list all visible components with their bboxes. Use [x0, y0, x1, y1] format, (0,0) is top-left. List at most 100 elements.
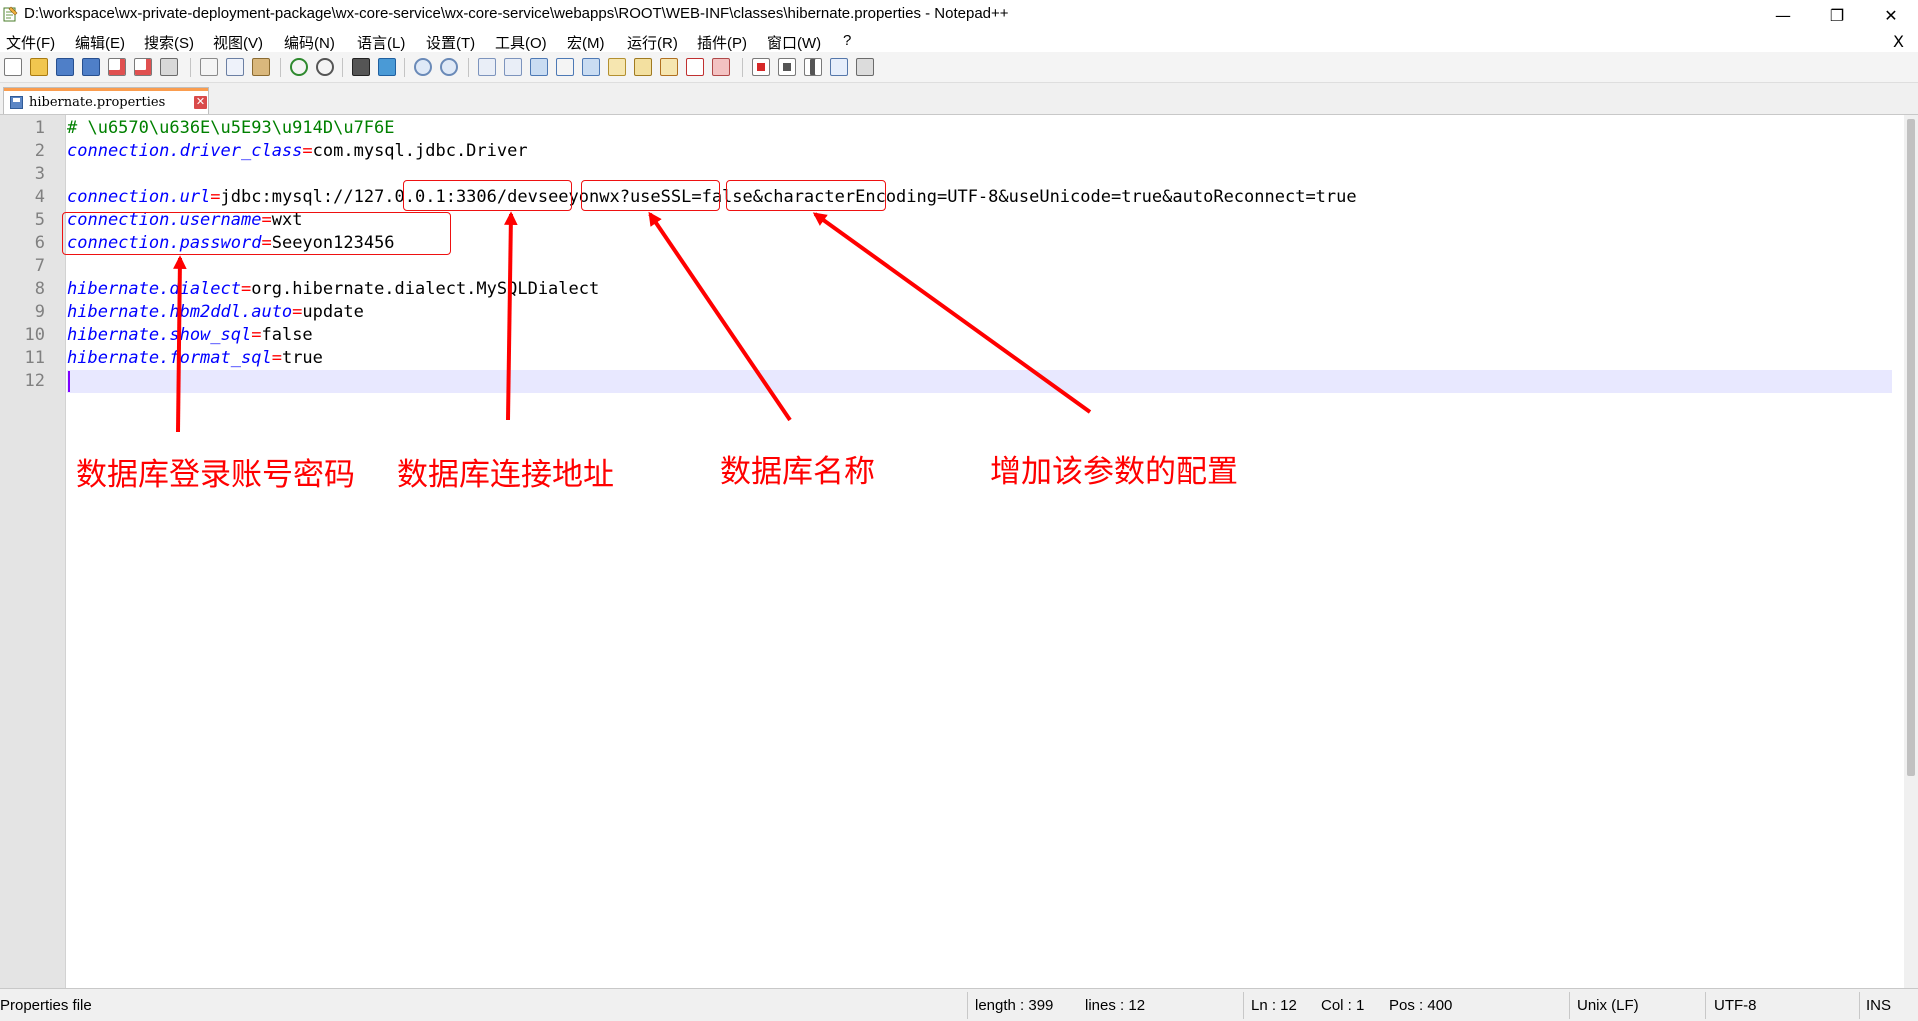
menu-plugins[interactable]: 插件(P): [697, 32, 747, 53]
equals-operator: =: [241, 279, 252, 299]
copy-icon[interactable]: [226, 58, 244, 76]
property-key: connection.url: [67, 187, 211, 207]
code-line[interactable]: hibernate.show_sql=false: [67, 324, 313, 347]
restore-button[interactable]: ❐: [1810, 0, 1864, 30]
code-line[interactable]: hibernate.format_sql=true: [67, 347, 323, 370]
window-title: D:\workspace\wx-private-deployment-packa…: [24, 5, 1009, 22]
doc-map-icon[interactable]: [634, 58, 652, 76]
sync-vertical-icon[interactable]: [478, 58, 496, 76]
menu-macro[interactable]: 宏(M): [567, 32, 605, 53]
menu-help[interactable]: ?: [843, 32, 851, 49]
property-value: true: [281, 348, 323, 368]
menu-search[interactable]: 搜索(S): [144, 32, 194, 53]
highlight-box-params: [726, 180, 886, 211]
sync-horizontal-icon[interactable]: [504, 58, 522, 76]
function-list-icon[interactable]: [660, 58, 678, 76]
save-all-icon[interactable]: [82, 58, 100, 76]
toolbar-separator: [742, 58, 743, 77]
status-separator: [1243, 992, 1244, 1019]
code-line[interactable]: # \u6570\u636E\u5E93\u914D\u7F6E: [67, 117, 395, 140]
menu-edit[interactable]: 编辑(E): [75, 32, 125, 53]
status-file-type: Properties file: [0, 997, 92, 1014]
find-icon[interactable]: [352, 58, 370, 76]
saved-file-icon: [10, 96, 23, 109]
menu-language[interactable]: 语言(L): [357, 32, 405, 53]
stop-macro-icon[interactable]: [778, 58, 796, 76]
record-macro-icon[interactable]: [752, 58, 770, 76]
toolbar-separator: [342, 58, 343, 77]
code-line[interactable]: hibernate.hbm2ddl.auto=update: [67, 301, 364, 324]
status-separator: [1859, 992, 1860, 1019]
menu-window[interactable]: 窗口(W): [767, 32, 821, 53]
menu-settings[interactable]: 设置(T): [426, 32, 475, 53]
menu-encoding[interactable]: 编码(N): [284, 32, 335, 53]
restore-icon: ❐: [1829, 5, 1845, 25]
tab-hibernate-properties[interactable]: hibernate.properties ✕: [3, 87, 209, 114]
replace-icon[interactable]: [378, 58, 396, 76]
status-separator: [1705, 992, 1706, 1019]
annotation-account: 数据库登录账号密码: [76, 457, 355, 493]
equals-operator: =: [251, 325, 262, 345]
equals-operator: =: [271, 348, 282, 368]
status-bar: Properties file length : 399 lines : 12 …: [0, 988, 1918, 1021]
new-file-icon[interactable]: [4, 58, 22, 76]
user-lang-icon[interactable]: [608, 58, 626, 76]
close-window-button[interactable]: ✕: [1864, 0, 1918, 30]
line-number: 3: [34, 164, 45, 184]
scrollbar-thumb[interactable]: [1907, 119, 1915, 776]
menu-run[interactable]: 运行(R): [627, 32, 678, 53]
menu-view[interactable]: 视图(V): [213, 32, 263, 53]
close-document-button[interactable]: X: [1893, 32, 1904, 51]
status-length: length : 399: [975, 997, 1054, 1014]
cut-icon[interactable]: [200, 58, 218, 76]
monitoring-icon[interactable]: [712, 58, 730, 76]
line-number: 8: [34, 279, 45, 299]
undo-icon[interactable]: [290, 58, 308, 76]
open-file-icon[interactable]: [30, 58, 48, 76]
code-line[interactable]: connection.driver_class=com.mysql.jdbc.D…: [67, 140, 528, 163]
property-value: false: [261, 325, 313, 345]
line-number: 1: [34, 118, 45, 138]
print-icon[interactable]: [160, 58, 178, 76]
annotation-dbname: 数据库名称: [720, 454, 875, 490]
close-tab-icon[interactable]: ✕: [194, 96, 207, 109]
vertical-scrollbar[interactable]: [1904, 115, 1918, 988]
word-wrap-icon[interactable]: [530, 58, 548, 76]
highlight-box-credentials: [62, 212, 451, 255]
code-line[interactable]: hibernate.dialect=org.hibernate.dialect.…: [67, 278, 599, 301]
status-lines: lines : 12: [1085, 997, 1146, 1014]
annotation-param: 增加该参数的配置: [990, 454, 1238, 490]
line-number: 7: [34, 256, 45, 276]
run-macro-multiple-icon[interactable]: [830, 58, 848, 76]
folder-workspace-icon[interactable]: [686, 58, 704, 76]
minimize-button[interactable]: —: [1756, 0, 1810, 30]
property-key: connection.driver_class: [67, 141, 303, 161]
toolbar-separator: [190, 58, 191, 77]
close-icon: ✕: [1884, 5, 1898, 25]
zoom-in-icon[interactable]: [414, 58, 432, 76]
menu-file[interactable]: 文件(F): [6, 32, 55, 53]
menu-bar: 文件(F) 编辑(E) 搜索(S) 视图(V) 编码(N) 语言(L) 设置(T…: [0, 30, 1918, 52]
property-key: hibernate.dialect: [67, 279, 241, 299]
status-ln: Ln : 12: [1251, 997, 1297, 1014]
close-all-icon[interactable]: [134, 58, 152, 76]
status-separator: [967, 992, 968, 1019]
line-number: 5: [34, 210, 45, 230]
indent-guide-icon[interactable]: [582, 58, 600, 76]
comment-token: # \u6570\u636E\u5E93\u914D\u7F6E: [67, 118, 395, 138]
status-encoding: UTF-8: [1714, 997, 1757, 1014]
tab-bar: hibernate.properties ✕: [0, 83, 1918, 115]
minimize-icon: —: [1775, 5, 1791, 25]
menu-tools[interactable]: 工具(O): [495, 32, 547, 53]
play-macro-icon[interactable]: [804, 58, 822, 76]
zoom-out-icon[interactable]: [440, 58, 458, 76]
save-icon[interactable]: [56, 58, 74, 76]
paste-icon[interactable]: [252, 58, 270, 76]
close-icon[interactable]: [108, 58, 126, 76]
toolbar-separator: [280, 58, 281, 77]
redo-icon[interactable]: [316, 58, 334, 76]
save-macro-icon[interactable]: [856, 58, 874, 76]
highlight-box-address: [403, 180, 572, 211]
show-all-chars-icon[interactable]: [556, 58, 574, 76]
equals-operator: =: [292, 302, 303, 322]
